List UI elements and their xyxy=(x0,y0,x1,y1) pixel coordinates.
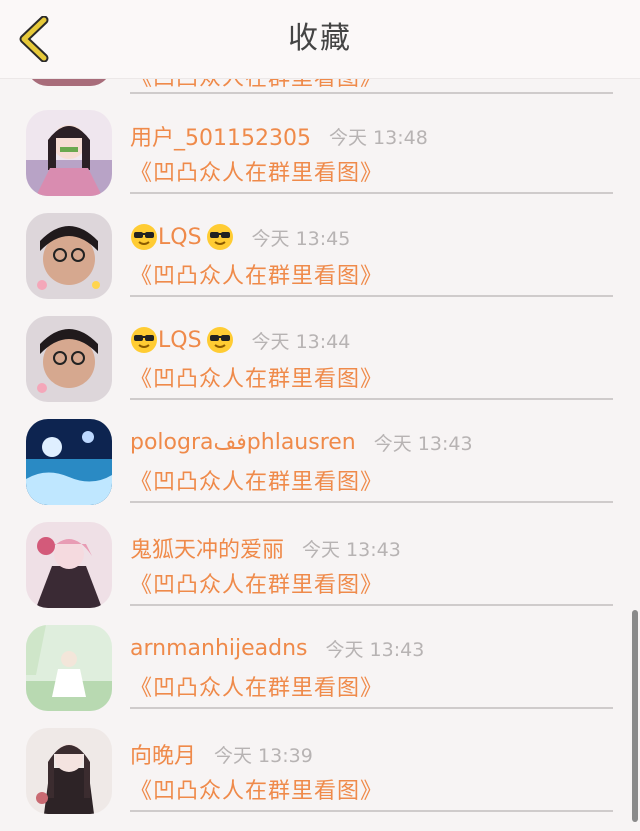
timestamp: 今天 13:43 xyxy=(302,538,401,561)
user-name-text[interactable]: polograففphlausren xyxy=(130,430,356,455)
user-name[interactable]: LQS 今天 13:45 xyxy=(130,223,350,251)
timestamp: 今天 13:48 xyxy=(328,126,428,149)
user-name[interactable]: 鬼狐天冲的爱丽 今天 13:43 xyxy=(130,532,401,564)
avatar[interactable] xyxy=(26,213,112,299)
list-item[interactable]: 用户_501152305 今天 13:48 《凹凸众人在群里看图》 xyxy=(0,110,640,213)
avatar[interactable] xyxy=(26,728,112,814)
timestamp: 今天 13:43 xyxy=(325,639,425,661)
user-name[interactable]: arnmanhijeadns 今天 13:43 xyxy=(130,635,424,662)
avatar[interactable] xyxy=(26,522,112,608)
message-text[interactable]: 《凹凸众人在群里看图》 xyxy=(130,567,383,599)
favorites-list: 《凹凸众人在群里看图》 用户_501152305 今天 13:48 《凹凸众人在… xyxy=(0,0,640,822)
divider xyxy=(130,398,613,400)
sunglasses-emoji-icon xyxy=(131,327,157,353)
avatar[interactable] xyxy=(26,316,112,402)
list-item[interactable]: 向晚月 今天 13:39 《凹凸众人在群里看图》 xyxy=(0,728,640,831)
list-item[interactable]: arnmanhijeadns 今天 13:43 《凹凸众人在群里看图》 xyxy=(0,625,640,728)
list-item[interactable]: LQS 今天 13:45 《凹凸众人在群里看图》 xyxy=(0,213,640,316)
message-text[interactable]: 《凹凸众人在群里看图》 xyxy=(130,361,383,393)
user-name-text[interactable]: 用户_501152305 xyxy=(130,120,311,152)
message-text[interactable]: 《凹凸众人在群里看图》 xyxy=(130,464,383,496)
timestamp: 今天 13:45 xyxy=(251,227,351,250)
sunglasses-emoji-icon xyxy=(206,327,233,353)
scrollbar[interactable] xyxy=(632,610,638,822)
sunglasses-emoji-icon xyxy=(131,224,157,250)
avatar[interactable] xyxy=(26,625,112,711)
user-name-text[interactable]: 向晚月 xyxy=(130,738,196,770)
list-item[interactable]: 鬼狐天冲的爱丽 今天 13:43 《凹凸众人在群里看图》 xyxy=(0,522,640,625)
avatar[interactable] xyxy=(26,419,112,505)
top-bar: 收藏 xyxy=(0,0,640,79)
divider xyxy=(130,501,613,503)
message-text[interactable]: 《凹凸众人在群里看图》 xyxy=(130,670,383,702)
message-text[interactable]: 《凹凸众人在群里看图》 xyxy=(130,773,383,805)
user-name[interactable]: LQS 今天 13:44 xyxy=(130,326,350,354)
message-text[interactable]: 《凹凸众人在群里看图》 xyxy=(130,155,383,187)
timestamp: 今天 13:39 xyxy=(214,744,313,767)
user-name-text[interactable]: 鬼狐天冲的爱丽 xyxy=(130,532,284,564)
user-name-text[interactable]: LQS xyxy=(158,328,202,353)
list-item[interactable]: polograففphlausren 今天 13:43 《凹凸众人在群里看图》 xyxy=(0,419,640,522)
divider xyxy=(130,604,613,606)
avatar[interactable] xyxy=(26,110,112,196)
list-item[interactable]: LQS 今天 13:44 《凹凸众人在群里看图》 xyxy=(0,316,640,419)
timestamp: 今天 13:43 xyxy=(373,433,473,455)
user-name-text[interactable]: arnmanhijeadns xyxy=(130,636,308,661)
divider xyxy=(130,707,613,709)
user-name[interactable]: polograففphlausren 今天 13:43 xyxy=(130,429,473,456)
user-name[interactable]: 用户_501152305 今天 13:48 xyxy=(130,120,428,152)
divider xyxy=(130,295,613,297)
sunglasses-emoji-icon xyxy=(206,224,233,250)
timestamp: 今天 13:44 xyxy=(251,330,351,353)
divider xyxy=(130,92,613,94)
message-text[interactable]: 《凹凸众人在群里看图》 xyxy=(130,258,383,290)
divider xyxy=(130,192,613,194)
user-name-text[interactable]: LQS xyxy=(158,225,202,250)
page-title: 收藏 xyxy=(288,21,352,56)
divider xyxy=(130,810,613,812)
user-name[interactable]: 向晚月 今天 13:39 xyxy=(130,738,313,770)
